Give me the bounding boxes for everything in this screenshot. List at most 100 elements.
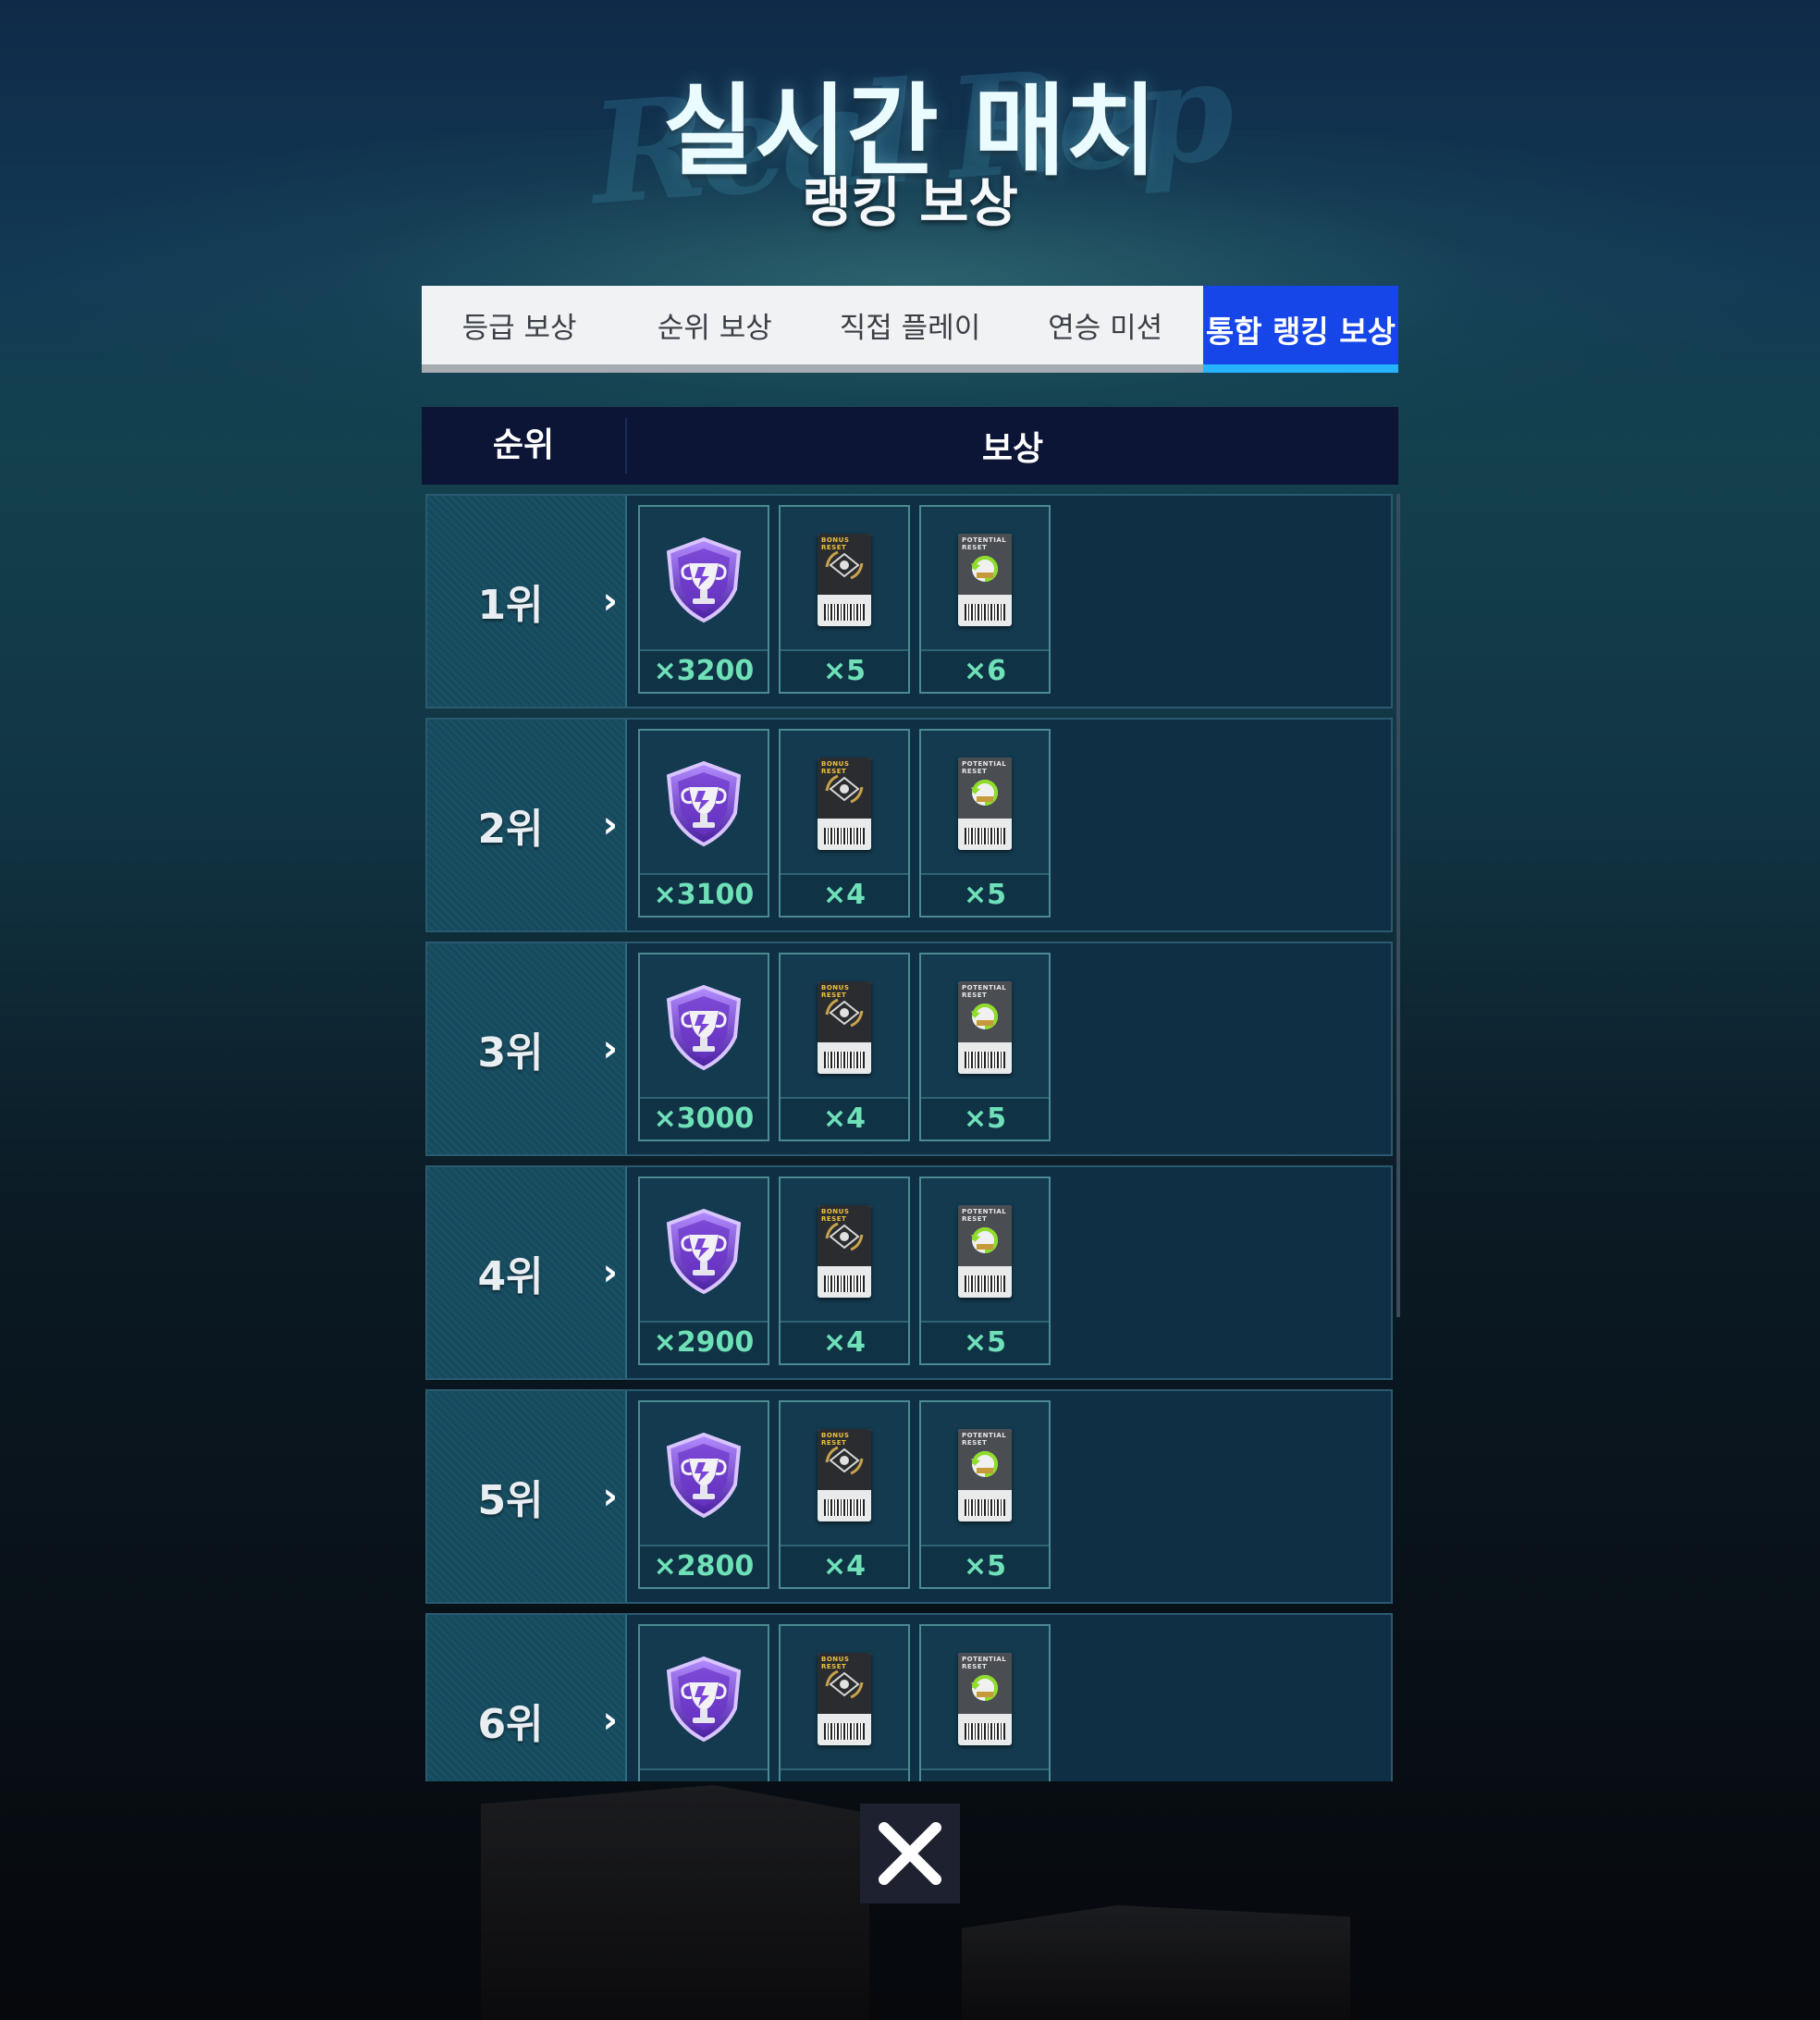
page-subtitle: 랭킹 보상 (802, 171, 1018, 234)
reward-item[interactable]: POTENTIAL RESET (919, 1624, 1051, 1781)
reward-quantity: ×5 (921, 1321, 1049, 1363)
rank-label: 6위 (477, 1701, 544, 1748)
reward-row[interactable]: 4위 › ×2900 BONUS RESET ×4 POTENTIAL RESET ×5 (425, 1165, 1393, 1380)
reward-quantity (781, 1768, 908, 1781)
chevron-right-icon[interactable]: › (603, 720, 618, 930)
tab-direct-play[interactable]: 직접 플레이 (812, 286, 1007, 364)
chevron-right-icon[interactable]: › (603, 1391, 618, 1602)
bonus-reset-ticket-icon: BONUS RESET (781, 955, 908, 1101)
reward-item[interactable]: ×2900 (638, 1176, 769, 1365)
reward-item[interactable]: ×3100 (638, 729, 769, 918)
chevron-right-icon[interactable]: › (603, 496, 618, 707)
podium-decoration (962, 1905, 1350, 2020)
reward-quantity: ×3100 (640, 873, 768, 916)
reward-item[interactable]: BONUS RESET (779, 1624, 910, 1781)
reward-row[interactable]: 1위 › ×3200 BONUS RESET ×5 POTENTIAL RESET ×6 (425, 494, 1393, 708)
bonus-reset-ticket-icon: BONUS RESET (781, 1178, 908, 1324)
reward-item[interactable]: POTENTIAL RESET ×6 (919, 505, 1051, 694)
rank-label: 5위 (477, 1477, 544, 1524)
reward-quantity: ×3000 (640, 1097, 768, 1139)
column-header-reward: 보상 (981, 430, 1044, 468)
bonus-reset-ticket-icon: BONUS RESET (781, 731, 908, 877)
potential-reset-ticket-icon: POTENTIAL RESET (921, 731, 1049, 877)
rank-cell: 2위 › (427, 720, 627, 930)
reward-quantity: ×3200 (640, 649, 768, 692)
reward-item[interactable]: POTENTIAL RESET ×5 (919, 953, 1051, 1141)
reward-row[interactable]: 3위 › ×3000 BONUS RESET ×4 POTENTIAL RESET ×5 (425, 942, 1393, 1156)
reward-item[interactable]: POTENTIAL RESET ×5 (919, 729, 1051, 918)
reward-items: ×2900 BONUS RESET ×4 POTENTIAL RESET ×5 (627, 1167, 1051, 1378)
potential-reset-ticket-icon: POTENTIAL RESET (921, 1626, 1049, 1772)
podium-decoration (481, 1785, 869, 2020)
reward-quantity: ×4 (781, 1097, 908, 1139)
reward-items: ×3100 BONUS RESET ×4 POTENTIAL RESET ×5 (627, 720, 1051, 930)
rank-cell: 1위 › (427, 496, 627, 707)
reward-item[interactable]: ×3200 (638, 505, 769, 694)
reward-quantity: ×2800 (640, 1545, 768, 1587)
reward-quantity: ×5 (921, 1097, 1049, 1139)
rank-label: 3위 (477, 1029, 544, 1077)
reward-item[interactable]: ×2800 (638, 1400, 769, 1589)
close-icon (879, 1822, 941, 1885)
table-header: 순위 보상 (422, 407, 1398, 485)
reward-row[interactable]: 5위 › ×2800 BONUS RESET ×4 POTENTIAL RESET ×5 (425, 1389, 1393, 1604)
trophy-shield-icon (640, 1178, 768, 1324)
tab-integrated-ranking-reward[interactable]: 통합 랭킹 보상 (1202, 286, 1399, 373)
reward-items: ×3000 BONUS RESET ×4 POTENTIAL RESET ×5 (627, 943, 1051, 1154)
potential-reset-ticket-icon: POTENTIAL RESET (921, 1402, 1049, 1548)
reward-quantity: ×2900 (640, 1321, 768, 1363)
chevron-right-icon[interactable]: › (603, 943, 618, 1154)
reward-quantity (640, 1768, 768, 1781)
rank-cell: 4위 › (427, 1167, 627, 1378)
reward-item[interactable]: BONUS RESET ×4 (779, 1400, 910, 1589)
reward-item[interactable]: ×3000 (638, 953, 769, 1141)
potential-reset-ticket-icon: POTENTIAL RESET (921, 1178, 1049, 1324)
reward-quantity: ×4 (781, 873, 908, 916)
scrollbar[interactable] (1396, 494, 1400, 1317)
reward-quantity: ×4 (781, 1321, 908, 1363)
reward-row[interactable]: 2위 › ×3100 BONUS RESET ×4 POTENTIAL RESET ×5 (425, 718, 1393, 932)
reward-items: ×3200 BONUS RESET ×5 POTENTIAL RESET ×6 (627, 496, 1051, 707)
close-button[interactable] (860, 1804, 960, 1903)
chevron-right-icon[interactable]: › (603, 1167, 618, 1378)
bonus-reset-ticket-icon: BONUS RESET (781, 1402, 908, 1548)
trophy-shield-icon (640, 731, 768, 877)
bonus-reset-ticket-icon: BONUS RESET (781, 1626, 908, 1772)
reward-quantity: ×5 (781, 649, 908, 692)
reward-items: ×2800 BONUS RESET ×4 POTENTIAL RESET ×5 (627, 1391, 1051, 1602)
trophy-shield-icon (640, 507, 768, 653)
reward-item[interactable]: BONUS RESET ×4 (779, 729, 910, 918)
reward-item[interactable]: BONUS RESET ×4 (779, 1176, 910, 1365)
potential-reset-ticket-icon: POTENTIAL RESET (921, 507, 1049, 653)
reward-tabs: 등급 보상 순위 보상 직접 플레이 연승 미션 통합 랭킹 보상 (422, 286, 1399, 373)
reward-quantity (921, 1768, 1049, 1781)
bonus-reset-ticket-icon: BONUS RESET (781, 507, 908, 653)
reward-item[interactable]: POTENTIAL RESET ×5 (919, 1176, 1051, 1365)
reward-item[interactable]: BONUS RESET ×4 (779, 953, 910, 1141)
reward-quantity: ×5 (921, 873, 1049, 916)
rank-label: 4위 (477, 1253, 544, 1300)
reward-item[interactable] (638, 1624, 769, 1781)
rank-cell: 5위 › (427, 1391, 627, 1602)
chevron-right-icon[interactable]: › (603, 1615, 618, 1781)
rank-cell: 6위 › (427, 1615, 627, 1781)
tab-rank-reward[interactable]: 순위 보상 (617, 286, 812, 364)
trophy-shield-icon (640, 1626, 768, 1772)
column-header-rank: 순위 (422, 418, 627, 474)
reward-item[interactable]: BONUS RESET ×5 (779, 505, 910, 694)
reward-quantity: ×4 (781, 1545, 908, 1587)
tab-win-streak-mission[interactable]: 연승 미션 (1008, 286, 1203, 364)
reward-row[interactable]: 6위 › BONUS RESET POTENTIAL RESET (425, 1613, 1393, 1781)
reward-item[interactable]: POTENTIAL RESET ×5 (919, 1400, 1051, 1589)
rank-label: 1위 (477, 582, 544, 629)
rank-label: 2위 (477, 806, 544, 853)
rank-cell: 3위 › (427, 943, 627, 1154)
trophy-shield-icon (640, 955, 768, 1101)
reward-list[interactable]: 1위 › ×3200 BONUS RESET ×5 POTENTIAL RESET ×6 2위… (425, 494, 1395, 1781)
potential-reset-ticket-icon: POTENTIAL RESET (921, 955, 1049, 1101)
reward-quantity: ×5 (921, 1545, 1049, 1587)
reward-items: BONUS RESET POTENTIAL RESET (627, 1615, 1051, 1781)
trophy-shield-icon (640, 1402, 768, 1548)
tab-grade-reward[interactable]: 등급 보상 (422, 286, 617, 364)
reward-quantity: ×6 (921, 649, 1049, 692)
